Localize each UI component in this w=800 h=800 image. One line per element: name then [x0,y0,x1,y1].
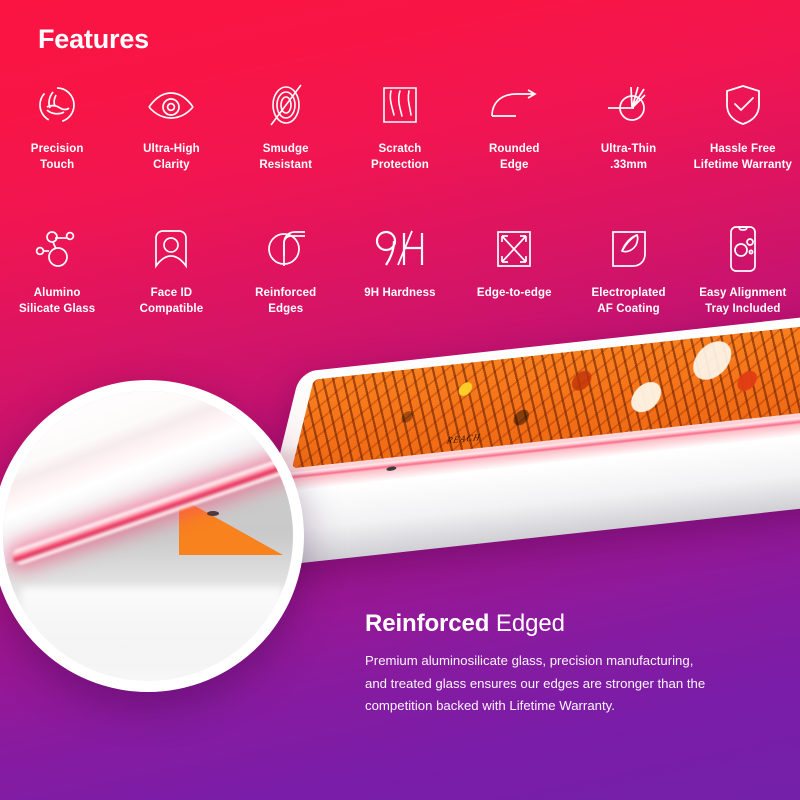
callout-title: Reinforced Edged [365,610,765,638]
feature-smudge-resistant[interactable]: Smudge Resistant [229,78,343,174]
magnified-device-edge [3,391,293,593]
callout-title-light: Edged [489,610,565,637]
feature-ultra-high-clarity[interactable]: Ultra-High Clarity [114,78,228,174]
hardness-9h-icon [372,222,428,276]
feature-label: Precision Touch [30,143,84,172]
magnified-screen-corner [179,497,283,555]
magnifier-viewport [3,391,293,681]
feature-label: Ultra-Thin .33mm [600,143,657,172]
tablet-device: REACH [251,305,800,569]
feature-label: Face ID Compatible [139,287,204,316]
feature-scratch-protection[interactable]: Scratch Protection [343,78,457,174]
ultra-thin-caliper-icon [604,78,654,132]
feature-label: Smudge Resistant [259,143,313,172]
feature-row-1: Precision Touch Ultra-High Clarity Smudg… [0,78,800,174]
edge-to-edge-icon [492,222,536,276]
molecule-icon [33,222,81,276]
magnified-camera-icon [207,511,219,516]
feature-label: 9H Hardness [364,287,436,299]
alignment-tray-icon [725,222,761,276]
precision-touch-icon [34,78,80,132]
rounded-edge-icon [488,78,540,132]
screen-artwork-word: REACH [445,431,483,446]
feature-electroplated-af-coating[interactable]: Electroplated AF Coating [571,222,685,318]
tablet-camera-icon [385,466,397,472]
feature-label: Edge-to-edge [476,287,552,299]
feature-alumino-silicate-glass[interactable]: Alumino Silicate Glass [0,222,114,318]
feature-label: Ultra-High Clarity [143,143,200,172]
feature-label: Reinforced Edges [255,287,317,316]
af-coating-icon [607,222,651,276]
feature-rounded-edge[interactable]: Rounded Edge [457,78,571,174]
feature-9h-hardness[interactable]: 9H Hardness [343,222,457,318]
callout-title-bold: Reinforced [365,610,490,637]
feature-face-id-compatible[interactable]: Face ID Compatible [114,222,228,318]
feature-label: Hassle Free Lifetime Warranty [693,143,793,172]
smudge-resistant-icon [266,78,306,132]
feature-label: Easy Alignment Tray Included [699,287,787,316]
feature-precision-touch[interactable]: Precision Touch [0,78,114,174]
feature-reinforced-edges[interactable]: Reinforced Edges [229,222,343,318]
callout-body: Premium aluminosilicate glass, precision… [365,653,706,714]
surface-reflection [21,587,283,673]
feature-label: Alumino Silicate Glass [19,287,96,316]
feature-banner: Features Precision Touch Ultra-High Clar… [0,0,800,800]
feature-row-2: Alumino Silicate Glass Face ID Compatibl… [0,222,800,318]
feature-label: Scratch Protection [371,143,429,172]
feature-easy-alignment-tray[interactable]: Easy Alignment Tray Included [686,222,800,318]
scratch-protection-icon [379,78,421,132]
feature-label: Electroplated AF Coating [591,287,666,316]
feature-ultra-thin[interactable]: Ultra-Thin .33mm [571,78,685,174]
shield-check-icon [721,78,765,132]
product-scene: REACH [0,305,800,800]
page-title: Features [38,24,149,54]
callout-block: Reinforced Edged Premium aluminosilicate… [365,610,765,718]
reinforced-edge-magnifier [0,380,304,692]
face-id-icon [150,222,192,276]
reinforced-edge-icon [263,222,309,276]
feature-hassle-free-warranty[interactable]: Hassle Free Lifetime Warranty [686,78,800,174]
eye-clarity-icon [145,78,197,132]
feature-label: Rounded Edge [489,143,540,172]
feature-edge-to-edge[interactable]: Edge-to-edge [457,222,571,318]
